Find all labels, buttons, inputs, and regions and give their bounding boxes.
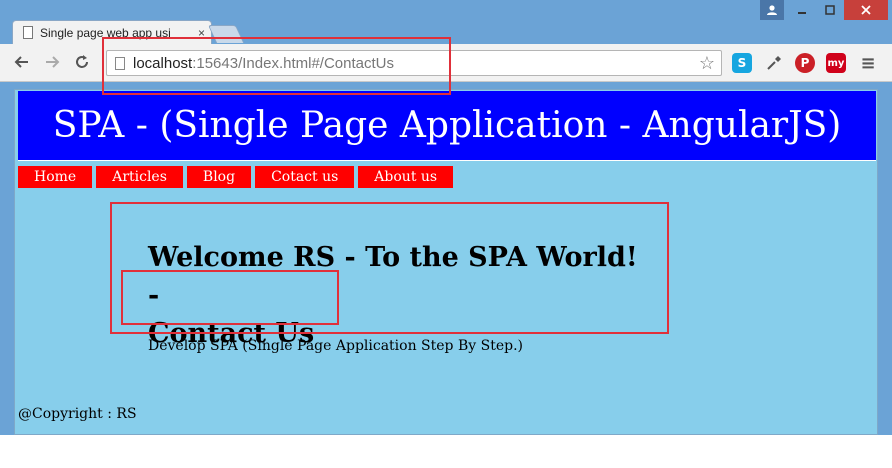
menu-item-contact[interactable]: Cotact us <box>255 166 355 188</box>
maximize-button[interactable] <box>816 0 844 20</box>
page-banner: SPA - (Single Page Application - Angular… <box>18 91 876 161</box>
menu-item-home[interactable]: Home <box>18 166 93 188</box>
reload-icon[interactable] <box>72 52 92 72</box>
menu-item-articles[interactable]: Articles <box>96 166 183 188</box>
pinterest-icon[interactable]: P <box>795 53 815 73</box>
nav-menu: Home Articles Blog Cotact us About us <box>18 166 454 188</box>
page-description: Develop SPA (Single Page Application Ste… <box>148 338 523 354</box>
mywot-icon[interactable]: my <box>826 53 846 73</box>
close-window-button[interactable] <box>844 0 888 20</box>
browser-window: Single page web app usi × localhost:156… <box>0 0 892 468</box>
page-footer: @Copyright : RS <box>18 406 137 422</box>
user-profile-icon[interactable] <box>760 0 784 20</box>
eyedropper-icon[interactable] <box>764 53 784 73</box>
page-bottom-area <box>0 435 892 468</box>
back-arrow-icon[interactable] <box>12 52 32 72</box>
annotation-box-url <box>102 37 451 95</box>
menu-item-blog[interactable]: Blog <box>186 166 252 188</box>
minimize-button[interactable] <box>788 0 816 20</box>
annotation-box-contact <box>121 270 339 325</box>
bookmark-star-icon[interactable]: ☆ <box>699 53 715 74</box>
skype-icon[interactable]: S <box>732 53 752 73</box>
page-icon <box>23 26 33 39</box>
menu-hamburger-icon[interactable]: ≡ <box>858 53 878 74</box>
forward-arrow-icon[interactable] <box>42 52 62 72</box>
menu-item-about[interactable]: About us <box>358 166 454 188</box>
window-controls <box>760 0 888 20</box>
